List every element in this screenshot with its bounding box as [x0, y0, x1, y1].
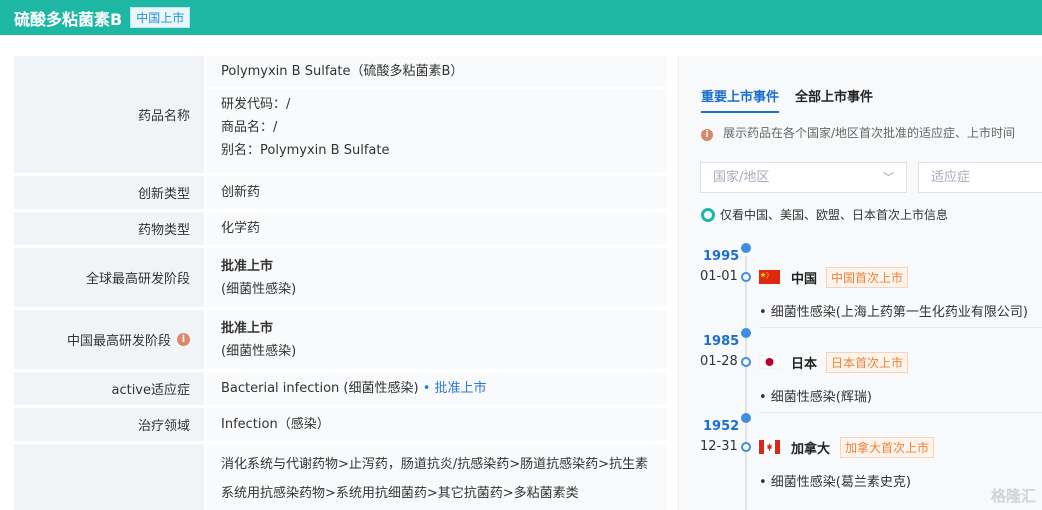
divider: [207, 87, 667, 89]
first-launch-tag: 加拿大首次上市: [840, 437, 935, 458]
divider: [759, 412, 1042, 413]
row-innovation: 创新类型 创新药: [14, 176, 667, 212]
japan-flag-icon: [759, 355, 780, 369]
row-classification: 消化系统与代谢药物>止泻药，肠道抗炎/抗感染药>肠道抗感染药>抗生素 系统用抗感…: [14, 444, 667, 510]
country-select-placeholder: 国家/地区: [713, 170, 770, 185]
event-year: 1995: [703, 249, 740, 264]
timeline-dot: [741, 413, 751, 423]
label-innovation: 创新类型: [14, 176, 204, 209]
label-drug-name: 药品名称: [14, 56, 204, 173]
event-date: 12-31: [700, 439, 738, 454]
watermark-logo: 格隆汇: [990, 487, 1036, 505]
timeline-dot: [741, 272, 751, 282]
value-innovation: 创新药: [221, 185, 261, 200]
event-date: 01-28: [700, 354, 738, 369]
event-detail: • 细菌性感染(上海上药第一生化药业有限公司): [759, 305, 1028, 320]
label-active-indication: active适应症: [14, 372, 204, 405]
indication-select[interactable]: 适应症: [918, 162, 1042, 193]
event-detail: • 细菌性感染(葛兰素史克): [759, 475, 911, 490]
event-detail: • 细菌性感染(辉瑞): [759, 390, 872, 405]
row-therapy-area: 治疗领域 Infection（感染）: [14, 408, 667, 444]
info-icon[interactable]: i: [177, 333, 190, 346]
event-tabs: 重要上市事件 全部上市事件: [701, 86, 889, 113]
first-launch-tag: 中国首次上市: [826, 267, 909, 288]
value-china-stage: 批准上市: [221, 320, 274, 336]
classification-line-2: 系统用抗感染药物>系统用抗细菌药>其它抗菌药>多粘菌素类: [221, 486, 579, 501]
row-active-indication: active适应症 Bacterial infection (细菌性感染) • …: [14, 372, 667, 408]
drug-code: 研发代码：/: [221, 97, 291, 112]
event-year: 1952: [703, 419, 740, 434]
classification-line-1: 消化系统与代谢药物>止泻药，肠道抗炎/抗感染药>肠道抗感染药>抗生素: [221, 457, 649, 472]
timeline-dot: [741, 328, 751, 338]
row-drug-type: 药物类型 化学药: [14, 212, 667, 248]
drug-alias: 别名：Polymyxin B Sulfate: [221, 143, 390, 158]
drug-main-name: Polymyxin B Sulfate（硫酸多粘菌素B）: [221, 64, 464, 79]
panel-note: i 展示药品在各个国家/地区首次批准的适应症、上市时间: [701, 124, 1015, 141]
value-global-stage-sub: (细菌性感染): [221, 281, 297, 297]
value-global-stage: 批准上市: [221, 258, 274, 274]
country-select[interactable]: 国家/地区 ﹀: [700, 162, 907, 193]
row-china-stage: 中国最高研发阶段 i 批准上市 (细菌性感染): [14, 310, 667, 372]
filter-checkbox[interactable]: 仅看中国、美国、欧盟、日本首次上市信息: [701, 206, 948, 223]
row-drug-name: 药品名称 Polymyxin B Sulfate（硫酸多粘菌素B） 研发代码：/…: [14, 56, 667, 176]
label-drug-type: 药物类型: [14, 212, 204, 245]
timeline-dot: [741, 243, 751, 253]
label-global-stage: 全球最高研发阶段: [14, 248, 204, 307]
value-china-stage-sub: (细菌性感染): [221, 343, 297, 359]
timeline-line: [745, 256, 747, 510]
divider: [759, 327, 1042, 328]
value-drug-type: 化学药: [221, 221, 261, 236]
first-launch-tag: 日本首次上市: [826, 352, 909, 373]
drug-trade-name: 商品名：/: [221, 120, 278, 135]
canada-flag-icon: [759, 440, 780, 454]
event-date: 01-01: [700, 269, 738, 284]
approval-status-link[interactable]: • 批准上市: [423, 381, 487, 396]
event-year: 1985: [703, 334, 740, 349]
row-global-stage: 全球最高研发阶段 批准上市 (细菌性感染): [14, 248, 667, 310]
event-country: 日本: [791, 357, 818, 372]
tab-important-events[interactable]: 重要上市事件: [701, 86, 780, 113]
checkbox-label: 仅看中国、美国、欧盟、日本首次上市信息: [720, 208, 949, 222]
chevron-down-icon: ﹀: [883, 171, 894, 184]
indication-select-placeholder: 适应症: [931, 170, 971, 185]
timeline-dot: [741, 442, 751, 452]
value-therapy-area: Infection（感染）: [221, 417, 330, 432]
label-therapy-area: 治疗领域: [14, 408, 204, 441]
drug-info-table: 药品名称 Polymyxin B Sulfate（硫酸多粘菌素B） 研发代码：/…: [14, 56, 667, 510]
radio-circle-icon[interactable]: [701, 207, 715, 222]
event-country: 中国: [791, 272, 818, 287]
page-header: 硫酸多粘菌素B 中国上市: [0, 0, 1042, 35]
market-status-badge: 中国上市: [130, 7, 191, 28]
market-events-panel: 重要上市事件 全部上市事件 i 展示药品在各个国家/地区首次批准的适应症、上市时间…: [678, 56, 1042, 510]
china-flag-icon: [759, 270, 780, 284]
tab-all-events[interactable]: 全部上市事件: [795, 86, 873, 113]
value-active-indication: Bacterial infection (细菌性感染): [221, 381, 419, 396]
label-china-stage: 中国最高研发阶段: [66, 334, 171, 349]
info-icon: i: [701, 129, 713, 141]
page-title: 硫酸多粘菌素B: [14, 9, 123, 29]
event-country: 加拿大: [791, 442, 831, 457]
note-text: 展示药品在各个国家/地区首次批准的适应症、上市时间: [723, 126, 1016, 140]
timeline-dot: [741, 357, 751, 367]
